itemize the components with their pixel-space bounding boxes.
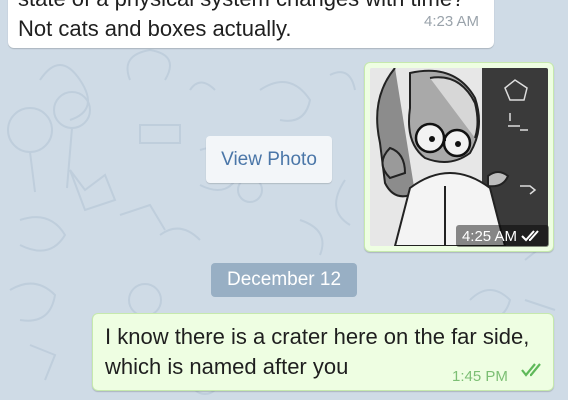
- outgoing-message-time: 1:45 PM: [452, 368, 508, 385]
- outgoing-message-bubble: I know there is a crater here on the far…: [92, 313, 554, 391]
- incoming-message-time: 4:23 AM: [424, 13, 480, 30]
- double-check-icon: [521, 363, 541, 377]
- date-separator: December 12: [211, 263, 357, 297]
- incoming-message-bubble: state of a physical system changes with …: [8, 0, 494, 48]
- photo-message-bubble[interactable]: 4:25 AM: [364, 62, 554, 252]
- photo-meta-badge: 4:25 AM: [455, 225, 549, 247]
- photo-message-time: 4:25 AM: [461, 227, 517, 245]
- view-photo-button[interactable]: View Photo: [206, 136, 332, 183]
- double-check-icon: [521, 230, 539, 242]
- incoming-message-text: state of a physical system changes with …: [18, 0, 464, 41]
- photo-thumbnail[interactable]: [370, 68, 548, 246]
